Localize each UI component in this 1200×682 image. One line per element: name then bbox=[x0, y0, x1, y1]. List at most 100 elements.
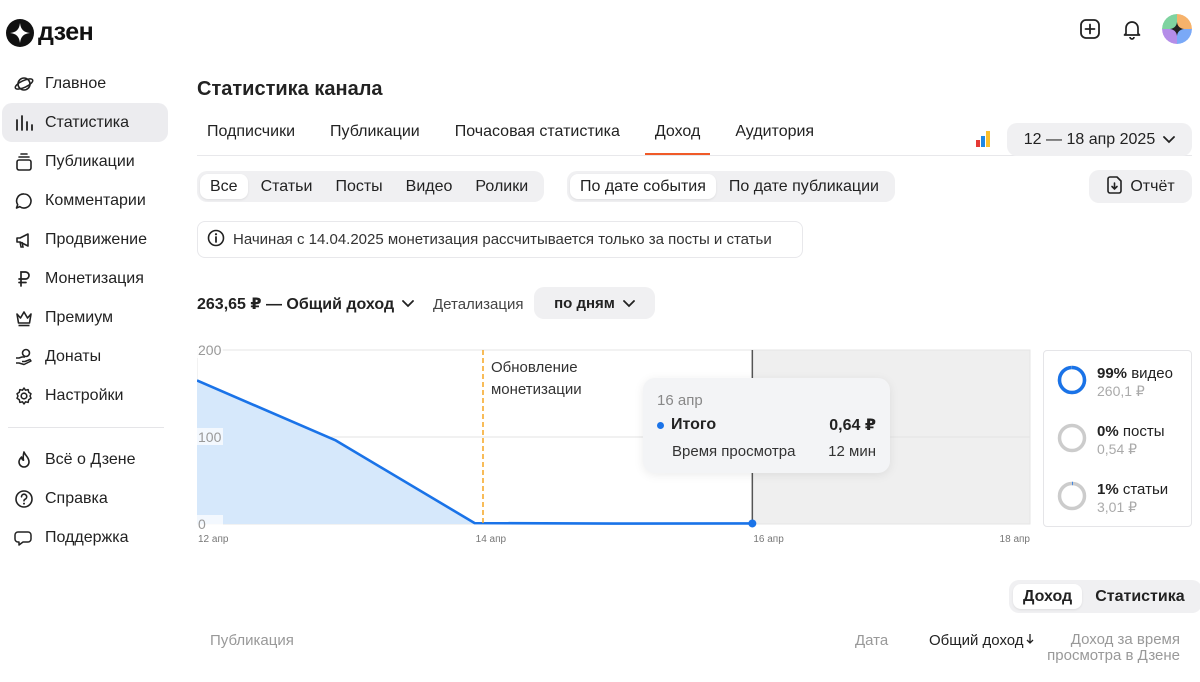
sidebar-item-label: Публикации bbox=[45, 152, 135, 170]
x-tick-label: 16 апр bbox=[753, 534, 784, 545]
toggle-income[interactable]: Доход bbox=[1013, 584, 1083, 609]
chevron-down-icon bbox=[623, 295, 635, 312]
filter-video[interactable]: Видео bbox=[396, 174, 463, 199]
col-watch-income[interactable]: Доход за время просмотра в Дзене bbox=[1038, 632, 1180, 664]
breakdown-amount: 0,54 ₽ bbox=[1097, 441, 1138, 457]
chevron-down-icon bbox=[402, 295, 415, 313]
create-icon[interactable] bbox=[1078, 17, 1102, 41]
sidebar-item-donations[interactable]: Донаты bbox=[2, 337, 168, 376]
sidebar-item-label: Донаты bbox=[45, 347, 102, 365]
content-type-filter: Все Статьи Посты Видео Ролики bbox=[197, 171, 545, 202]
bar-chart-icon bbox=[13, 112, 35, 134]
gear-icon bbox=[13, 385, 35, 407]
sidebar-item-monetization[interactable]: Монетизация bbox=[2, 259, 168, 298]
sidebar-item-main[interactable]: Главное bbox=[2, 64, 168, 103]
y-tick-label: 200 bbox=[198, 342, 222, 358]
sidebar: Главное Статистика Публикации Комментари… bbox=[0, 64, 172, 557]
sidebar-item-label: Справка bbox=[45, 489, 108, 507]
income-metric-selector[interactable]: 263,65 ₽ — Общий доход bbox=[197, 294, 415, 314]
filter-posts[interactable]: Посты bbox=[325, 174, 392, 199]
sidebar-item-help[interactable]: Справка bbox=[2, 479, 168, 518]
detail-selector[interactable]: по дням bbox=[534, 287, 655, 319]
date-range-label: 12 — 18 апр 2025 bbox=[1023, 130, 1156, 148]
dzen-logo[interactable]: дзен bbox=[6, 18, 94, 47]
report-icon bbox=[1106, 174, 1124, 199]
table-mode-toggle: Доход Статистика bbox=[1009, 580, 1200, 613]
breakdown-video: 99% видео 260,1 ₽ bbox=[1057, 365, 1173, 400]
stats-tabs: Подписчики Публикации Почасовая статисти… bbox=[197, 112, 839, 155]
stack-icon bbox=[13, 151, 35, 173]
megaphone-icon bbox=[13, 229, 35, 251]
tooltip-total-label: Итого bbox=[671, 416, 717, 433]
user-avatar[interactable] bbox=[1162, 14, 1192, 44]
income-chart[interactable]: Обновление монетизации 0 100 200 12 апр 14 а… bbox=[197, 338, 1033, 548]
toggle-statistics[interactable]: Статистика bbox=[1085, 584, 1194, 609]
y-tick-label: 0 bbox=[198, 516, 206, 532]
col-date[interactable]: Дата bbox=[855, 632, 888, 649]
sidebar-item-label: Всё о Дзене bbox=[45, 450, 136, 468]
tab-audience[interactable]: Аудитория bbox=[725, 112, 824, 155]
breakdown-pct: 0% bbox=[1097, 423, 1119, 440]
sidebar-item-about[interactable]: Всё о Дзене bbox=[2, 440, 168, 479]
breakdown-amount: 260,1 ₽ bbox=[1097, 383, 1145, 399]
crown-icon bbox=[13, 307, 35, 329]
sidebar-item-comments[interactable]: Комментарии bbox=[2, 181, 168, 220]
x-tick-label: 18 апр bbox=[1000, 534, 1031, 545]
income-area bbox=[197, 380, 475, 524]
y-tick-label: 100 bbox=[198, 429, 222, 445]
tab-hourly[interactable]: Почасовая статистика bbox=[445, 112, 630, 155]
report-button[interactable]: Отчёт bbox=[1089, 170, 1192, 203]
annotation-label: Обновление монетизации bbox=[491, 359, 582, 398]
sidebar-item-settings[interactable]: Настройки bbox=[2, 376, 168, 415]
tab-publications[interactable]: Публикации bbox=[320, 112, 430, 155]
flame-icon bbox=[13, 449, 35, 471]
tab-subscribers[interactable]: Подписчики bbox=[197, 112, 305, 155]
tooltip-watch-value: 12 мин bbox=[828, 443, 876, 460]
breakdown-articles: 1% статьи 3,01 ₽ bbox=[1057, 481, 1168, 516]
breakdown-pct: 1% bbox=[1097, 481, 1119, 498]
bell-icon[interactable] bbox=[1120, 17, 1144, 41]
filter-shorts[interactable]: Ролики bbox=[465, 174, 538, 199]
detail-label: Детализация bbox=[433, 296, 524, 313]
income-total-label: 263,65 ₽ — Общий доход bbox=[197, 296, 395, 313]
hand-coin-icon bbox=[13, 346, 35, 368]
question-icon bbox=[13, 488, 35, 510]
tooltip-total-value: 0,64 ₽ bbox=[829, 417, 876, 434]
planet-icon bbox=[13, 73, 35, 95]
report-label: Отчёт bbox=[1130, 177, 1175, 195]
sidebar-item-label: Поддержка bbox=[45, 528, 129, 546]
monetization-notice: Начиная с 14.04.2025 монетизация рассчит… bbox=[197, 221, 803, 258]
chat-icon bbox=[13, 527, 35, 549]
filter-all[interactable]: Все bbox=[200, 174, 248, 199]
tooltip-date: 16 апр bbox=[657, 392, 703, 409]
tab-income[interactable]: Доход bbox=[644, 112, 711, 155]
series-dot bbox=[657, 421, 664, 429]
donut-articles bbox=[1057, 481, 1087, 511]
filter-articles[interactable]: Статьи bbox=[251, 174, 323, 199]
ruble-icon bbox=[13, 268, 35, 290]
col-publication[interactable]: Публикация bbox=[210, 632, 294, 649]
sidebar-item-statistics[interactable]: Статистика bbox=[2, 103, 168, 142]
breakdown-posts: 0% посты 0,54 ₽ bbox=[1057, 423, 1164, 458]
col-total-income-label: Общий доход bbox=[929, 632, 1024, 649]
sidebar-item-premium[interactable]: Премиум bbox=[2, 298, 168, 337]
sidebar-item-label: Премиум bbox=[45, 308, 114, 326]
filter-by-publish-date[interactable]: По дате публикации bbox=[719, 174, 889, 199]
breakdown-name: статьи bbox=[1122, 481, 1169, 498]
sidebar-item-promotion[interactable]: Продвижение bbox=[2, 220, 168, 259]
sidebar-item-label: Монетизация bbox=[45, 269, 144, 287]
date-range-picker[interactable]: 12 — 18 апр 2025 bbox=[1007, 123, 1192, 156]
col-watch-income-line2: просмотра в Дзене bbox=[1047, 647, 1180, 664]
sidebar-item-publications[interactable]: Публикации bbox=[2, 142, 168, 181]
sidebar-item-support[interactable]: Поддержка bbox=[2, 518, 168, 557]
col-total-income[interactable]: Общий доход bbox=[929, 632, 1034, 649]
notice-text: Начиная с 14.04.2025 монетизация рассчит… bbox=[233, 231, 772, 248]
sidebar-item-label: Настройки bbox=[45, 386, 124, 404]
income-breakdown: 99% видео 260,1 ₽ 0% посты 0,54 ₽ 1% стать… bbox=[1043, 350, 1192, 527]
sidebar-item-label: Статистика bbox=[45, 113, 130, 131]
detail-value: по дням bbox=[554, 294, 615, 312]
info-icon bbox=[207, 229, 225, 251]
comment-icon bbox=[13, 190, 35, 212]
filter-by-event-date[interactable]: По дате события bbox=[570, 174, 716, 199]
breakdown-amount: 3,01 ₽ bbox=[1097, 499, 1138, 515]
